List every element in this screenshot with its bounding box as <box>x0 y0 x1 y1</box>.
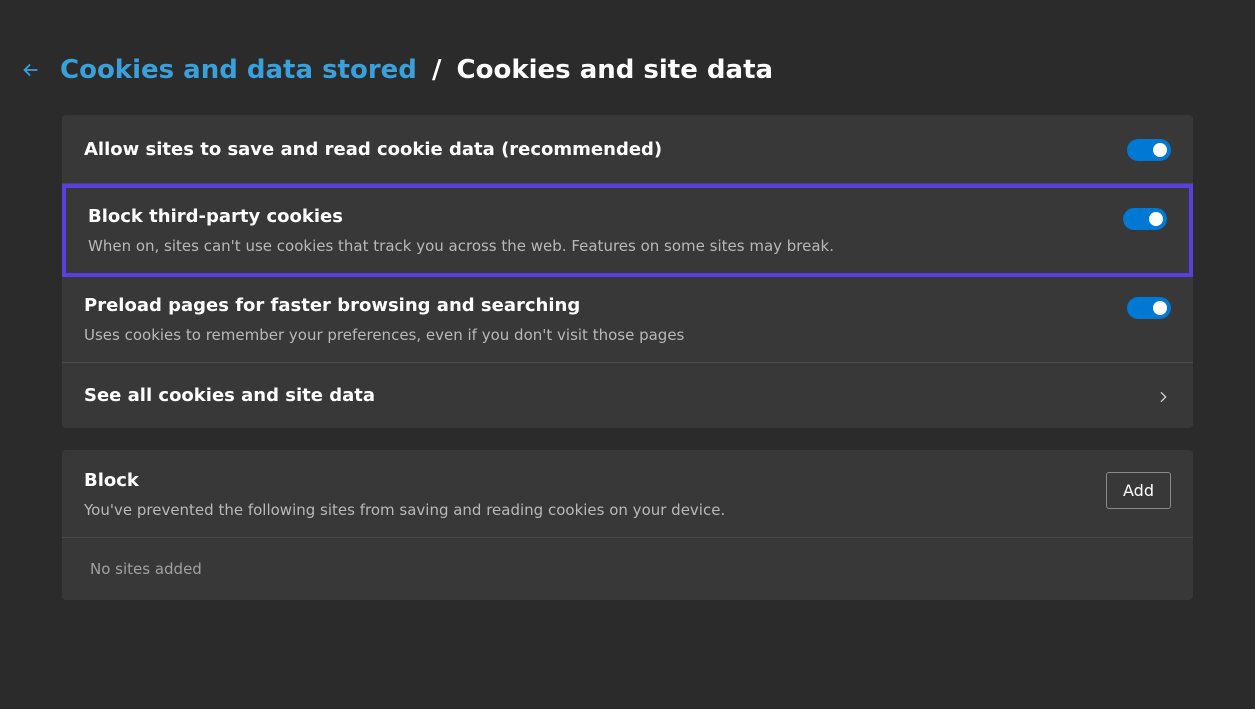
toggle-knob-icon <box>1153 301 1167 315</box>
block-title: Block <box>84 470 1086 491</box>
setting-description: Uses cookies to remember your preference… <box>84 326 1107 344</box>
row-text: Preload pages for faster browsing and se… <box>84 295 1107 344</box>
row-text: See all cookies and site data <box>84 385 1135 406</box>
settings-group-block: Block You've prevented the following sit… <box>62 450 1193 600</box>
row-control <box>1127 137 1171 161</box>
setting-allow-cookies: Allow sites to save and read cookie data… <box>62 115 1193 184</box>
setting-title: Preload pages for faster browsing and se… <box>84 295 1107 316</box>
toggle-knob-icon <box>1149 212 1163 226</box>
toggle-preload-pages[interactable] <box>1127 297 1171 319</box>
chevron-right-icon <box>1155 387 1171 405</box>
row-text: Block You've prevented the following sit… <box>84 470 1086 519</box>
block-description: You've prevented the following sites fro… <box>84 501 1086 519</box>
setting-description: When on, sites can't use cookies that tr… <box>88 237 1103 255</box>
setting-title: Block third-party cookies <box>88 206 1103 227</box>
row-control <box>1123 206 1167 230</box>
row-control: Add <box>1106 470 1171 509</box>
breadcrumb-parent-link[interactable]: Cookies and data stored <box>60 55 417 85</box>
row-text: Block third-party cookies When on, sites… <box>88 206 1103 255</box>
breadcrumb: Cookies and data stored / Cookies and si… <box>60 55 773 85</box>
setting-block-third-party: Block third-party cookies When on, sites… <box>62 184 1193 277</box>
toggle-allow-cookies[interactable] <box>1127 139 1171 161</box>
row-text: Allow sites to save and read cookie data… <box>84 139 1107 160</box>
setting-title: Allow sites to save and read cookie data… <box>84 139 1107 160</box>
page-header: Cookies and data stored / Cookies and si… <box>0 0 1255 115</box>
add-block-site-button[interactable]: Add <box>1106 472 1171 509</box>
setting-see-all-cookies[interactable]: See all cookies and site data <box>62 363 1193 428</box>
breadcrumb-separator: / <box>432 55 442 85</box>
settings-group-main: Allow sites to save and read cookie data… <box>62 115 1193 428</box>
row-control <box>1127 295 1171 319</box>
toggle-knob-icon <box>1153 143 1167 157</box>
setting-preload-pages: Preload pages for faster browsing and se… <box>62 277 1193 363</box>
back-arrow-icon[interactable] <box>20 59 42 81</box>
toggle-block-third-party[interactable] <box>1123 208 1167 230</box>
breadcrumb-current: Cookies and site data <box>457 55 774 85</box>
setting-title: See all cookies and site data <box>84 385 1135 406</box>
block-section-header: Block You've prevented the following sit… <box>62 450 1193 538</box>
block-empty-state: No sites added <box>62 538 1193 600</box>
